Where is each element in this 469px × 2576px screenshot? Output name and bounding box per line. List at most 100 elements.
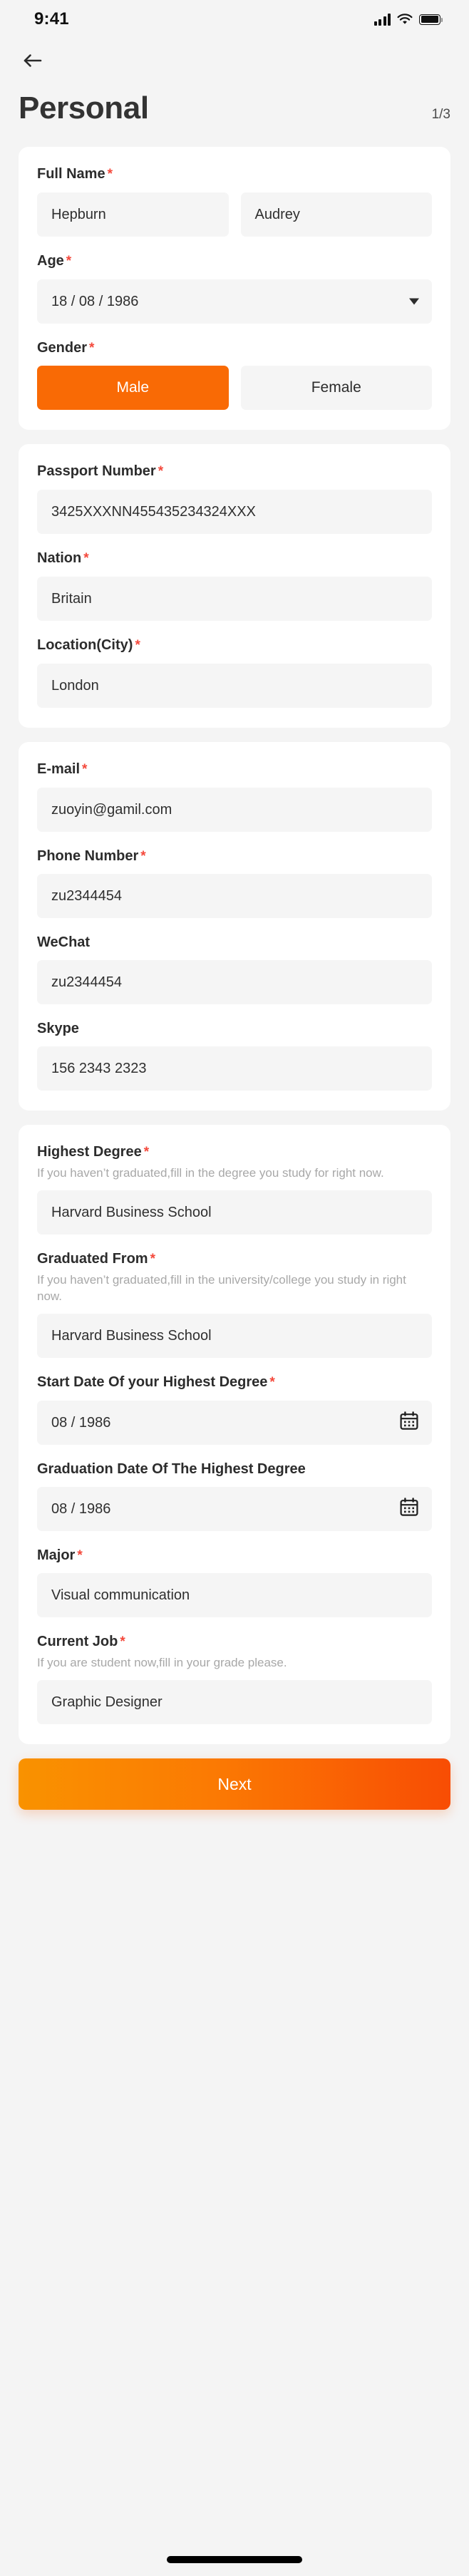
label-wechat: WeChat [37, 934, 432, 951]
arrow-left-icon [23, 52, 44, 73]
phone-number-input[interactable]: zu2344454 [37, 874, 432, 919]
nation-input[interactable]: Britain [37, 576, 432, 621]
label-start-date-highest-degree: Start Date Of your Highest Degree * [37, 1374, 432, 1391]
age-value: 18 / 08 / 1986 [51, 293, 139, 309]
required-asterisk: * [158, 464, 164, 480]
last-name-value: Hepburn [51, 206, 106, 222]
age-select[interactable]: 18 / 08 / 1986 [37, 279, 432, 324]
hint-graduated-from: If you haven’t graduated,fill in the uni… [37, 1272, 406, 1303]
major-input[interactable]: Visual communication [37, 1573, 432, 1618]
phone-screen: 9:41 Personal 1/3 Full Name * Hepburn Au… [0, 0, 469, 2576]
label-email: E-mail * [37, 761, 432, 778]
first-name-value: Audrey [254, 206, 300, 222]
label-text: Location(City) [37, 637, 133, 653]
location-city-input[interactable]: London [37, 663, 432, 708]
field-email: E-mail * zuoyin@gamil.com [37, 761, 432, 832]
label-text: Passport Number [37, 463, 156, 480]
required-asterisk: * [89, 340, 95, 356]
field-age: Age * 18 / 08 / 1986 [37, 252, 432, 324]
label-full-name: Full Name * [37, 165, 432, 183]
page-title: Personal [19, 91, 149, 125]
graduation-date-input[interactable]: 08 / 1986 [37, 1486, 432, 1531]
label-text: Highest Degree [37, 1144, 142, 1160]
label-text: Nation [37, 550, 82, 567]
required-asterisk: * [143, 1145, 150, 1160]
phone-number-value: zu2344454 [51, 888, 122, 905]
field-graduated-from: Graduated From * If you haven’t graduated… [37, 1250, 432, 1358]
documents-card: Passport Number * 3425XXXNN455435234324XX… [19, 444, 450, 728]
skype-value: 156 2343 2323 [51, 1061, 147, 1077]
label-text: WeChat [37, 934, 91, 951]
full-name-inputs: Hepburn Audrey [37, 192, 432, 237]
required-asterisk: * [107, 167, 113, 182]
label-phone-number: Phone Number * [37, 847, 432, 865]
label-text: Start Date Of your Highest Degree [37, 1374, 268, 1390]
field-nation: Nation * Britain [37, 550, 432, 621]
required-asterisk: * [66, 253, 72, 269]
field-highest-degree: Highest Degree * If you haven’t graduated… [37, 1143, 432, 1235]
battery-icon [419, 14, 443, 25]
label-text: Phone Number [37, 847, 139, 864]
label-text: Graduated From [37, 1251, 148, 1267]
wifi-icon [397, 13, 413, 26]
label-age: Age * [37, 252, 432, 270]
label-graduation-date-highest-degree: Graduation Date Of The Highest Degree [37, 1460, 432, 1478]
label-location-city: Location(City) * [37, 637, 432, 654]
label-text: Full Name [37, 166, 105, 182]
wechat-input[interactable]: zu2344454 [37, 960, 432, 1005]
label-major: Major * [37, 1547, 432, 1565]
last-name-input[interactable]: Hepburn [37, 192, 229, 237]
major-value: Visual communication [51, 1587, 190, 1604]
highest-degree-input[interactable]: Harvard Business School [37, 1190, 432, 1235]
label-text: Graduation Date Of The Highest Degree [37, 1460, 306, 1477]
field-graduation-date-highest-degree: Graduation Date Of The Highest Degree 08… [37, 1460, 432, 1531]
status-icons [373, 13, 443, 26]
graduated-from-value: Harvard Business School [51, 1327, 212, 1344]
contact-card: E-mail * zuoyin@gamil.com Phone Number * z… [19, 741, 450, 1111]
first-name-input[interactable]: Audrey [240, 192, 432, 237]
location-city-value: London [51, 677, 99, 694]
skype-input[interactable]: 156 2343 2323 [37, 1046, 432, 1091]
start-date-input[interactable]: 08 / 1986 [37, 1400, 432, 1445]
calendar-icon[interactable] [399, 1411, 419, 1435]
education-card: Highest Degree * If you haven’t graduated… [19, 1125, 450, 1745]
email-input[interactable]: zuoyin@gamil.com [37, 787, 432, 832]
label-gender: Gender * [37, 339, 432, 357]
hint-current-job: If you are student now,fill in your grad… [37, 1656, 287, 1670]
highest-degree-value: Harvard Business School [51, 1205, 212, 1221]
required-asterisk: * [269, 1374, 275, 1390]
current-job-value: Graphic Designer [51, 1694, 163, 1711]
gender-option-female[interactable]: Female [240, 366, 432, 411]
step-indicator: 1/3 [431, 107, 450, 122]
wechat-value: zu2344454 [51, 974, 122, 991]
label-text: Skype [37, 1021, 79, 1037]
identity-card: Full Name * Hepburn Audrey Age * 18 / 08 /… [19, 147, 450, 431]
label-text: Major [37, 1547, 76, 1563]
field-full-name: Full Name * Hepburn Audrey [37, 165, 432, 237]
required-asterisk: * [150, 1252, 155, 1267]
current-job-input[interactable]: Graphic Designer [37, 1680, 432, 1725]
cellular-signal-icon [373, 13, 391, 26]
hint-highest-degree: If you haven’t graduated,fill in the deg… [37, 1166, 384, 1180]
page-header: Personal 1/3 [0, 86, 469, 147]
required-asterisk: * [120, 1634, 125, 1650]
graduated-from-input[interactable]: Harvard Business School [37, 1313, 432, 1358]
field-current-job: Current Job * If you are student now,fill… [37, 1633, 432, 1725]
label-text: Age [37, 252, 64, 269]
required-asterisk: * [82, 761, 88, 777]
back-button[interactable] [17, 46, 50, 78]
gender-option-male[interactable]: Male [37, 366, 229, 411]
field-gender: Gender * Male Female [37, 339, 432, 411]
status-time: 9:41 [34, 9, 69, 29]
calendar-icon[interactable] [399, 1497, 419, 1521]
label-highest-degree: Highest Degree * [37, 1143, 432, 1161]
label-text: Gender [37, 339, 88, 356]
chevron-down-icon[interactable] [409, 298, 419, 305]
passport-number-input[interactable]: 3425XXXNN455435234324XXX [37, 490, 432, 535]
required-asterisk: * [140, 848, 146, 864]
status-bar: 9:41 [0, 0, 469, 38]
next-button[interactable]: Next [19, 1758, 450, 1810]
gender-segmented-control: Male Female [37, 366, 432, 411]
nav-bar [0, 38, 469, 86]
field-skype: Skype 156 2343 2323 [37, 1020, 432, 1091]
